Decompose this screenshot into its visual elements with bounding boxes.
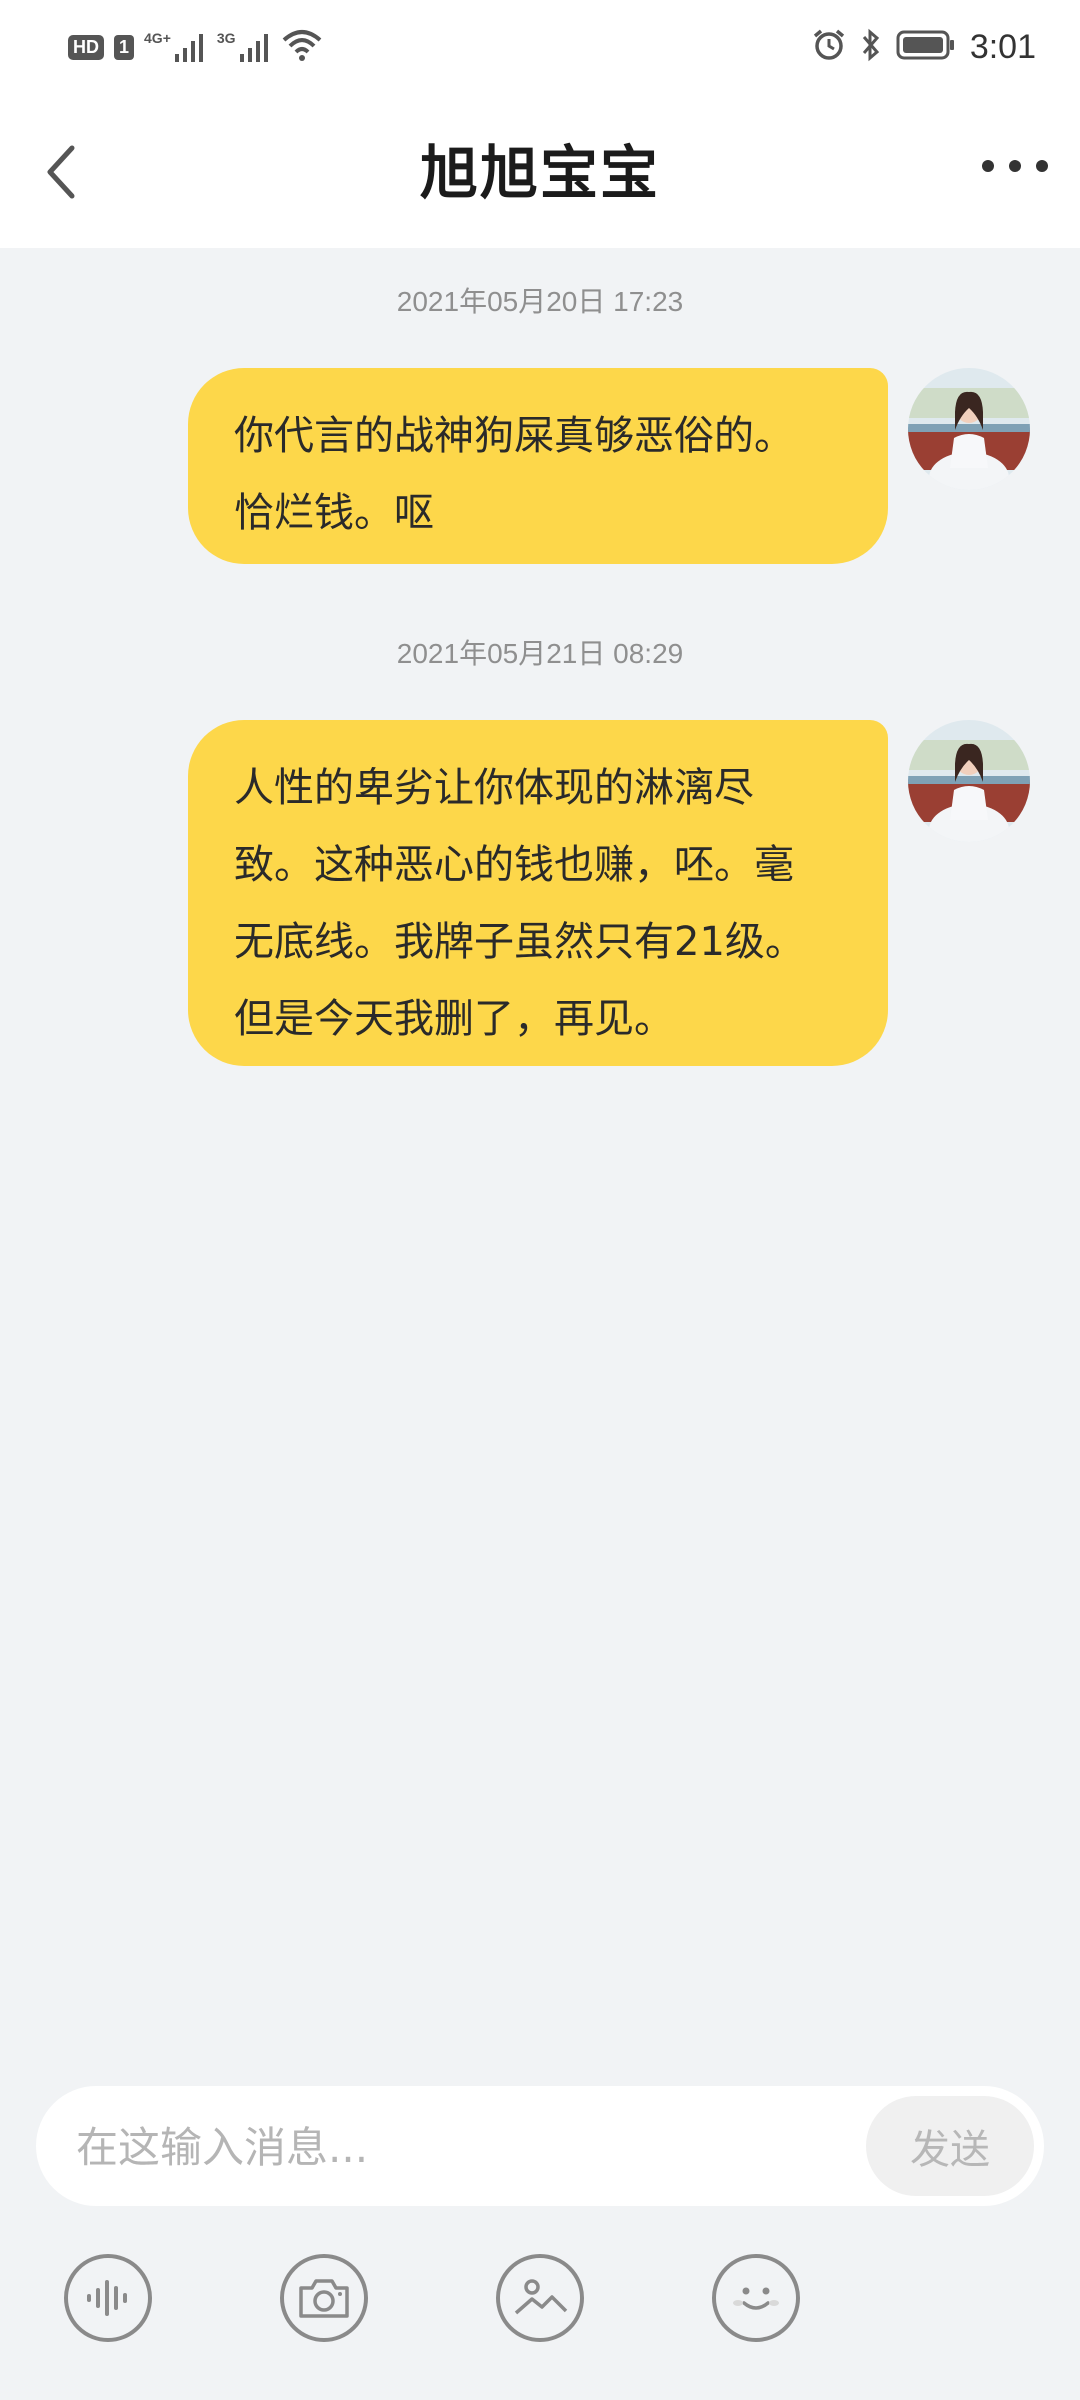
alarm-icon — [812, 28, 846, 66]
avatar[interactable] — [908, 720, 1030, 842]
message-line: 无底线。我牌子虽然只有21级。 — [234, 919, 805, 965]
message-line: 你代言的战神狗屎真够恶俗的。 — [234, 413, 794, 459]
status-left: HD 1 4G+ 3G — [68, 22, 322, 72]
status-time: 3:01 — [969, 27, 1036, 66]
signal-4g-icon: 4G+ — [144, 30, 207, 64]
send-button[interactable]: 发送 — [866, 2096, 1034, 2196]
wifi-icon — [282, 28, 322, 66]
voice-icon[interactable] — [64, 2254, 152, 2342]
message-timestamp: 2021年05月20日 17:23 — [396, 286, 684, 317]
message-line: 致。这种恶心的钱也赚，呸。毫 — [234, 842, 794, 888]
bluetooth-icon — [860, 28, 882, 66]
message-input[interactable] — [74, 2086, 858, 2208]
message-line: 但是今天我删了，再见。 — [234, 996, 674, 1042]
message-bubble[interactable]: 你代言的战神狗屎真够恶俗的。 恰烂钱。呕 — [188, 368, 888, 564]
status-bar: HD 1 4G+ 3G 3:01 — [0, 0, 1080, 96]
sim1-icon: 1 — [114, 34, 135, 60]
message-line: 恰烂钱。呕 — [234, 490, 434, 536]
hd-icon: HD — [68, 34, 104, 60]
emoji-icon[interactable] — [712, 2254, 800, 2342]
more-icon[interactable] — [980, 146, 1050, 186]
message-timestamp: 2021年05月21日 08:29 — [396, 638, 684, 669]
page-title: 旭旭宝宝 — [419, 139, 660, 207]
image-icon[interactable] — [496, 2254, 584, 2342]
composer-toolbar — [0, 2254, 1080, 2354]
chat-header: 旭旭宝宝 — [0, 96, 1080, 248]
message-composer: 发送 — [36, 2086, 1044, 2208]
battery-icon — [896, 30, 956, 64]
camera-icon[interactable] — [280, 2254, 368, 2342]
message-bubble[interactable]: 人性的卑劣让你体现的淋漓尽 致。这种恶心的钱也赚，呸。毫 无底线。我牌子虽然只有… — [188, 720, 888, 1066]
avatar[interactable] — [908, 368, 1030, 490]
signal-3g-icon: 3G — [217, 30, 272, 64]
message-line: 人性的卑劣让你体现的淋漓尽 — [234, 765, 754, 811]
status-right: 3:01 — [812, 22, 1036, 72]
